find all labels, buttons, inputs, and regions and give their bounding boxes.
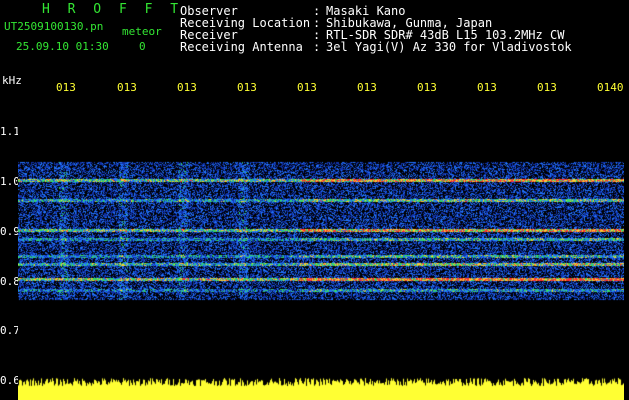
y-tick-0-6: 0.6 xyxy=(0,374,20,387)
y-tick-0-8: 0.8 xyxy=(0,275,20,288)
x-tick-5: 013 xyxy=(297,81,317,94)
antenna-colon: : xyxy=(313,40,321,54)
x-tick-7: 013 xyxy=(417,81,437,94)
y-tick-0-7: 0.7 xyxy=(0,324,20,337)
x-tick-1: 013 xyxy=(56,81,76,94)
x-tick-4: 013 xyxy=(237,81,257,94)
x-tick-9: 013 xyxy=(537,81,557,94)
app-title: H R O F F T xyxy=(42,2,184,17)
x-tick-3: 013 xyxy=(177,81,197,94)
x-tick-6: 013 xyxy=(357,81,377,94)
spectrogram xyxy=(18,96,624,368)
image-filename: UT2509100130.pn xyxy=(4,20,104,33)
meteor-count: 0 xyxy=(139,40,146,53)
antenna-value: 3el Yagi(V) Az 330 for Vladivostok xyxy=(326,40,572,54)
meteor-label: meteor xyxy=(122,25,162,38)
x-tick-10: 0140 xyxy=(597,81,624,94)
y-tick-1-1: 1.1 xyxy=(0,125,20,138)
y-axis-unit: kHz xyxy=(2,74,22,87)
x-tick-2: 013 xyxy=(117,81,137,94)
x-tick-8: 013 xyxy=(477,81,497,94)
antenna-label: Receiving Antenna xyxy=(180,40,303,54)
y-tick-0-9: 0.9 xyxy=(0,225,20,238)
y-tick-1-0: 1.0 xyxy=(0,175,20,188)
power-strip xyxy=(18,370,624,400)
observation-datetime: 25.09.10 01:30 xyxy=(16,40,109,53)
